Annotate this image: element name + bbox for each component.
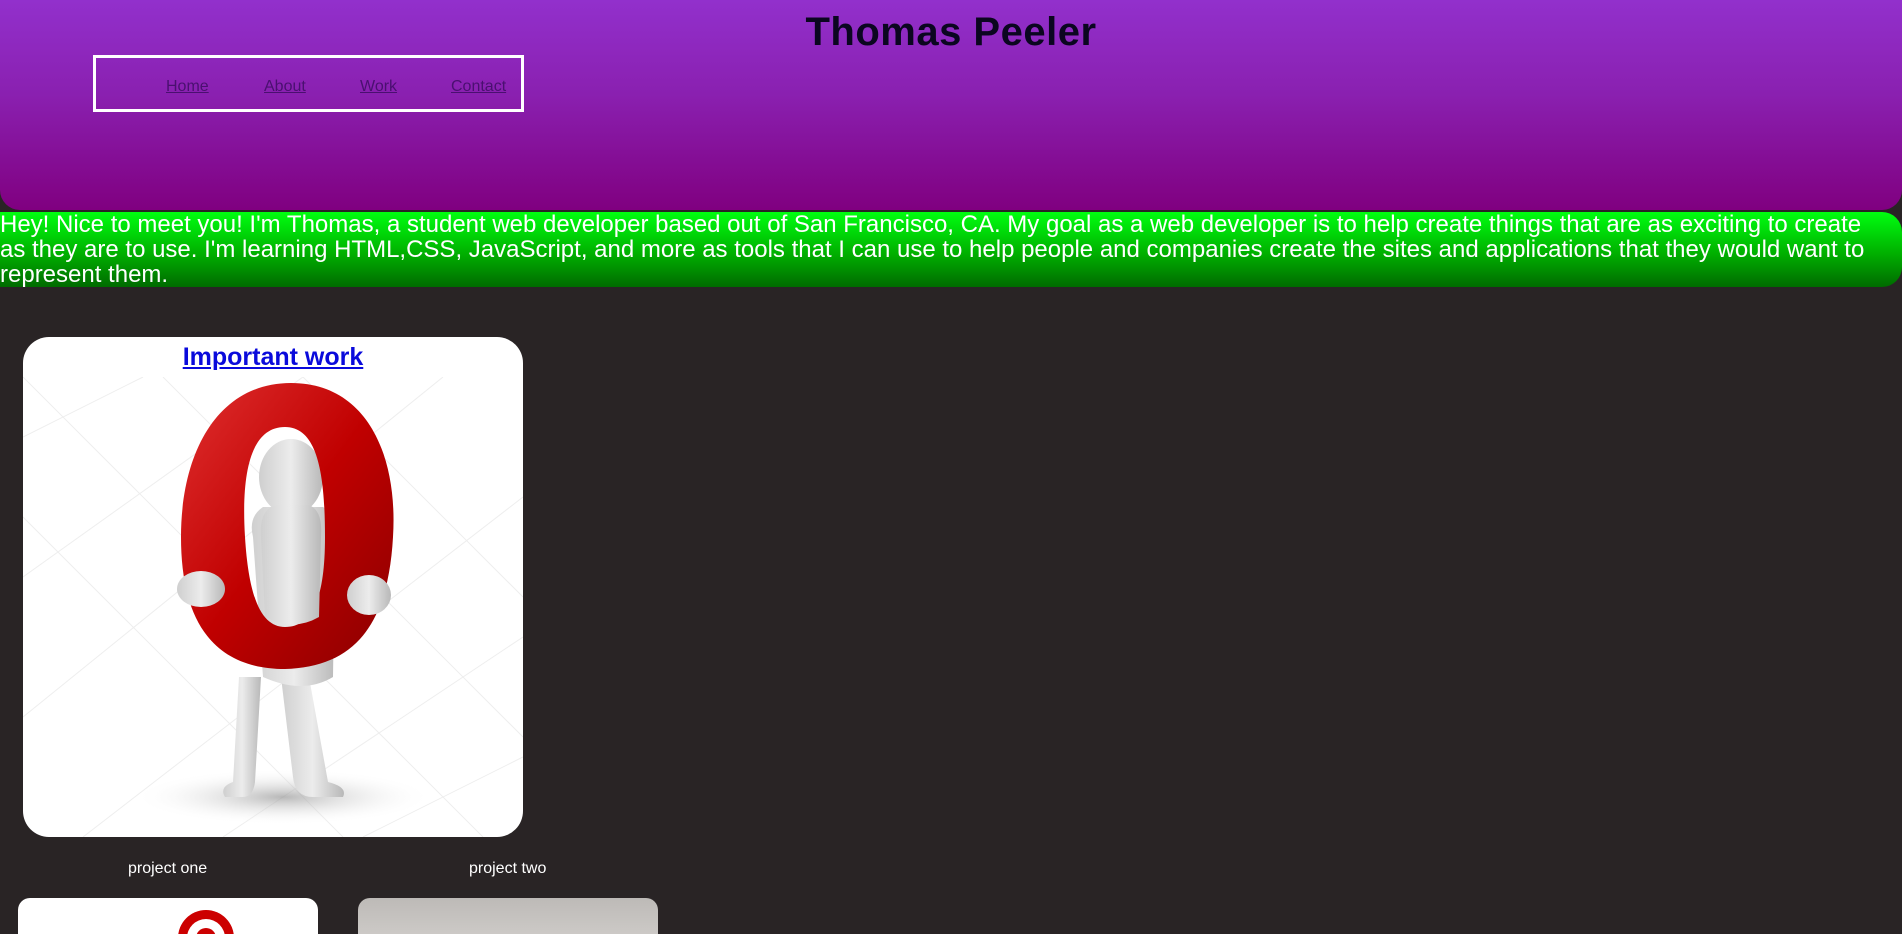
project-one-thumbnail[interactable] [18,898,318,934]
project-one-label: project one [128,860,208,877]
project-two-thumbnail[interactable] [358,898,658,934]
main-nav: Home About Work Contact [93,55,524,112]
nav-link-about[interactable]: About [264,78,306,96]
intro-text: Hey! Nice to meet you! I'm Thomas, a stu… [0,211,1865,288]
nav-link-home[interactable]: Home [166,78,209,96]
page: Thomas Peeler Home About Work Contact He… [0,0,1902,934]
important-work-link[interactable]: Important work [23,337,523,377]
site-title: Thomas Peeler [805,10,1097,54]
intro-banner: Hey! Nice to meet you! I'm Thomas, a stu… [0,212,1902,287]
target-logo-icon [178,910,234,934]
site-header: Thomas Peeler Home About Work Contact [0,0,1902,210]
figure-holding-letter-o-icon [23,377,523,837]
nav-link-contact[interactable]: Contact [451,78,506,96]
nav-link-work[interactable]: Work [360,78,397,96]
project-two-label: project two [469,860,547,877]
important-work-card: Important work [23,337,523,837]
